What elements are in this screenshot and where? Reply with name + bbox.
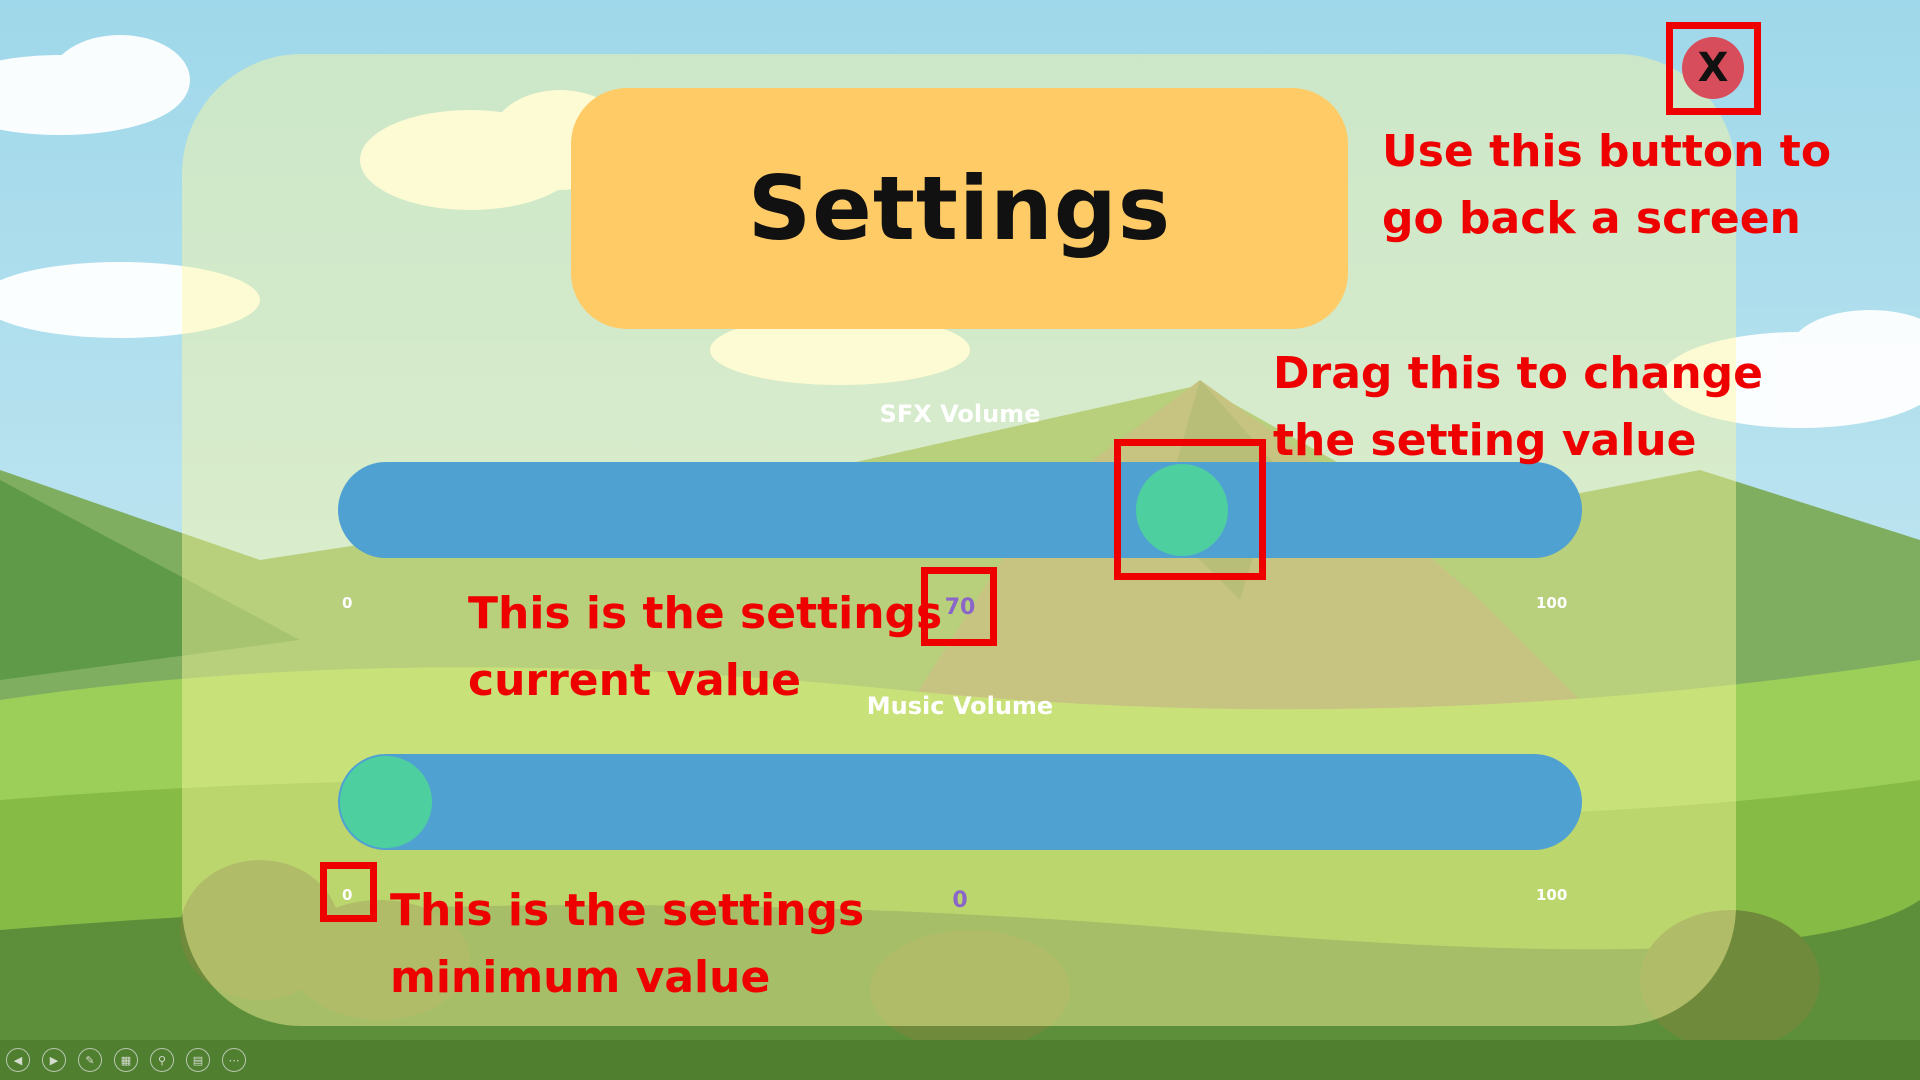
pen-icon[interactable]: ✎: [78, 1048, 102, 1072]
drag-annotation: Drag this to change the setting value: [1273, 348, 1764, 466]
more-icon[interactable]: ⋯: [222, 1048, 246, 1072]
close-button-highlight: [1666, 22, 1761, 115]
slides-icon[interactable]: ▦: [114, 1048, 138, 1072]
minimum-value-annotation: This is the settings minimum value: [390, 885, 865, 1003]
sfx-min-label: 0: [342, 594, 353, 612]
title-banner: Settings: [571, 88, 1348, 329]
music-current-value: 0: [952, 888, 968, 913]
subtitles-icon[interactable]: ▤: [186, 1048, 210, 1072]
page-title: Settings: [747, 157, 1172, 260]
music-max-label: 100: [1536, 886, 1568, 904]
music-volume-knob[interactable]: [340, 756, 432, 848]
sfx-max-label: 100: [1536, 594, 1568, 612]
current-value-annotation: This is the settings current value: [468, 588, 943, 706]
music-volume-label: Music Volume: [866, 692, 1054, 720]
sfx-volume-track[interactable]: [338, 462, 1582, 558]
previous-icon[interactable]: ◀: [6, 1048, 30, 1072]
zoom-icon[interactable]: ⚲: [150, 1048, 174, 1072]
close-annotation: Use this button to go back a screen: [1382, 126, 1832, 244]
minimum-value-highlight: [320, 862, 377, 922]
presentation-toolbar: ◀ ▶ ✎ ▦ ⚲ ▤ ⋯: [6, 1048, 246, 1074]
knob-highlight: [1114, 439, 1266, 580]
next-icon[interactable]: ▶: [42, 1048, 66, 1072]
music-volume-track[interactable]: [338, 754, 1582, 850]
